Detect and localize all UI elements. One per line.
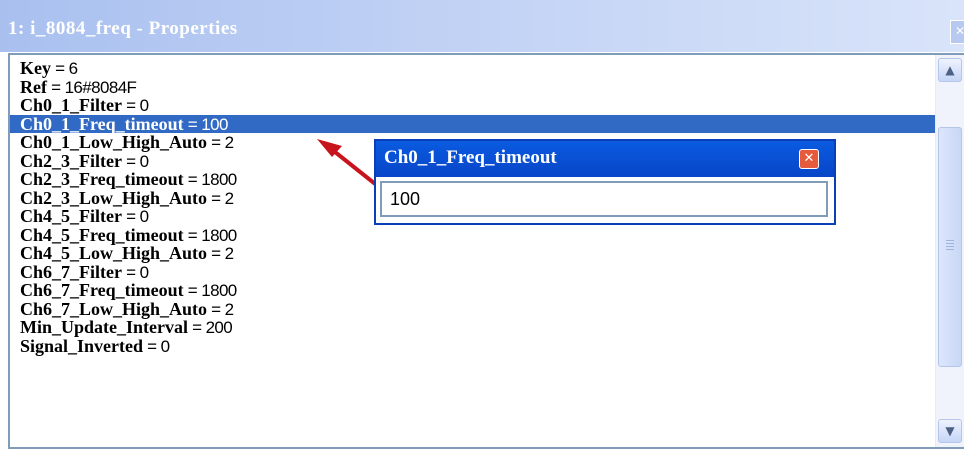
equals-sign: = [183,114,202,134]
property-key: Ch4_5_Low_High_Auto [20,243,208,263]
scrollbar-thumb[interactable] [938,127,962,367]
equals-sign: = [207,299,225,319]
property-key: Ref [20,76,47,97]
property-value: 2 [224,299,234,319]
property-value: 0 [139,151,149,171]
property-key: Signal_Inverted [20,335,144,356]
property-row[interactable]: Ch6_7_Filter = 0 [10,261,935,282]
grip-icon [946,240,954,252]
property-value: 200 [205,318,233,337]
popup-title: Ch0_1_Freq_timeout [384,147,557,168]
equals-sign: = [46,77,65,97]
property-key: Ch6_7_Freq_timeout [20,280,184,300]
property-value: 16#8084F [64,77,137,97]
property-row[interactable]: Signal_Inverted = 0 [10,335,935,356]
property-key: Ch6_7_Filter [20,261,122,282]
equals-sign: = [183,225,202,245]
property-key: Ch2_3_Filter [20,150,122,171]
scroll-up-icon[interactable]: ▲ [938,58,962,82]
property-value: 1800 [201,281,237,300]
property-row[interactable]: Ch0_1_Filter = 0 [10,96,935,115]
equals-sign: = [143,336,161,356]
equals-sign: = [121,96,140,115]
property-key: Key [20,58,51,78]
equals-sign: = [121,207,140,226]
property-value: 0 [139,96,149,115]
property-row[interactable]: Ch4_5_Freq_timeout = 1800 [10,224,935,245]
property-row[interactable]: Key = 6 [10,59,935,78]
close-icon[interactable]: ✕ [950,20,964,44]
equals-sign: = [121,151,140,171]
property-key: Min_Update_Interval [20,317,188,337]
property-value: 1800 [201,170,237,189]
equals-sign: = [183,170,202,189]
property-key: Ch0_1_Filter [20,95,122,115]
equals-sign: = [207,244,225,263]
equals-sign: = [121,262,140,282]
property-row[interactable]: Min_Update_Interval = 200 [10,318,935,337]
equals-sign: = [207,133,225,152]
property-value: 0 [139,207,149,226]
scroll-down-icon[interactable]: ▼ [938,419,962,443]
property-key: Ch4_5_Filter [20,206,122,226]
properties-panel: Key = 6 Ref = 16#8084F Ch0_1_Filter = 0 Ch0… [8,53,964,449]
property-value: 100 [201,114,228,134]
property-key: Ch0_1_Freq_timeout [20,113,184,134]
property-row[interactable]: Ch0_1_Freq_timeout = 100 [10,113,935,134]
property-key: Ch4_5_Freq_timeout [20,224,184,245]
property-value: 6 [68,59,78,78]
property-row[interactable]: Ch6_7_Freq_timeout = 1800 [10,281,935,300]
property-value: 0 [139,262,149,282]
property-row[interactable]: Ref = 16#8084F [10,76,935,97]
property-key: Ch6_7_Low_High_Auto [20,298,208,319]
property-key: Ch0_1_Low_High_Auto [20,132,208,152]
value-input[interactable] [380,181,828,217]
property-row[interactable]: Ch6_7_Low_High_Auto = 2 [10,298,935,319]
property-value: 1800 [201,225,237,245]
property-value: 0 [160,336,170,356]
vertical-scrollbar[interactable]: ▲ ▼ [935,55,964,447]
property-value: 2 [224,188,234,208]
edit-value-popup: Ch0_1_Freq_timeout ✕ [374,139,836,225]
window-title: 1: i_8084_freq - Properties [8,18,238,39]
equals-sign: = [51,59,69,78]
property-value: 2 [224,133,234,152]
window-titlebar[interactable]: 1: i_8084_freq - Properties [0,0,964,52]
property-row[interactable]: Ch4_5_Low_High_Auto = 2 [10,244,935,263]
close-icon[interactable]: ✕ [799,149,819,169]
equals-sign: = [183,281,202,300]
equals-sign: = [207,188,225,208]
popup-titlebar[interactable]: Ch0_1_Freq_timeout ✕ [376,141,834,177]
property-key: Ch2_3_Freq_timeout [20,169,184,189]
property-key: Ch2_3_Low_High_Auto [20,187,208,208]
property-value: 2 [224,244,234,263]
equals-sign: = [188,318,206,337]
